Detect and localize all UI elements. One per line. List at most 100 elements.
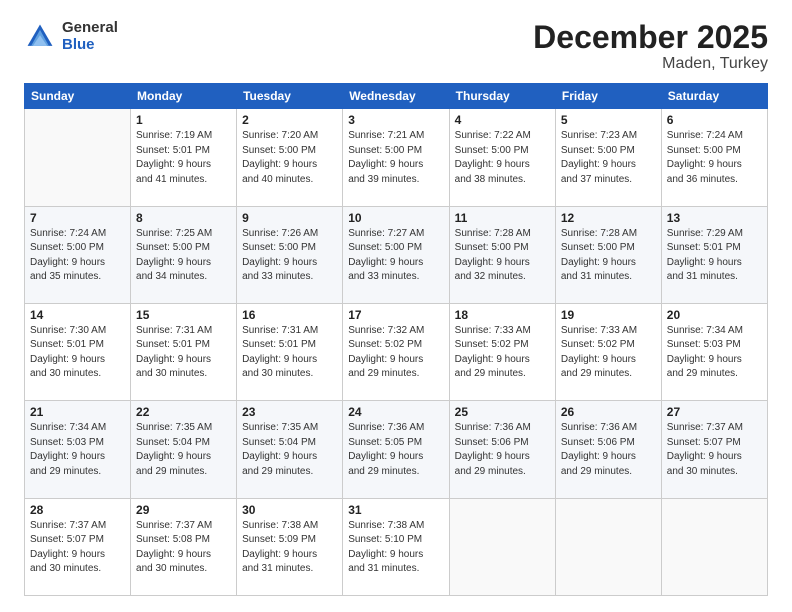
day-info: Sunrise: 7:38 AM Sunset: 5:09 PM Dayligh… — [242, 519, 337, 577]
day-number: 17 — [348, 308, 443, 322]
day-info: Sunrise: 7:28 AM Sunset: 5:00 PM Dayligh… — [561, 227, 656, 285]
calendar-cell: 26Sunrise: 7:36 AM Sunset: 5:06 PM Dayli… — [555, 401, 661, 498]
day-number: 22 — [136, 405, 231, 419]
calendar-cell: 31Sunrise: 7:38 AM Sunset: 5:10 PM Dayli… — [343, 498, 449, 595]
day-info: Sunrise: 7:38 AM Sunset: 5:10 PM Dayligh… — [348, 519, 443, 577]
calendar-table: SundayMondayTuesdayWednesdayThursdayFrid… — [24, 83, 768, 596]
calendar-cell: 7 Sunrise: 7:24 AM Sunset: 5:00 PM Daylig… — [25, 206, 131, 303]
day-info: Sunrise: 7:28 AM Sunset: 5:00 PM Dayligh… — [455, 227, 550, 285]
logo-general-text: General — [62, 20, 118, 37]
day-number: 1 — [136, 113, 231, 127]
calendar-cell: 4Sunrise: 7:22 AM Sunset: 5:00 PM Daylig… — [449, 109, 555, 206]
day-number: 6 — [667, 113, 762, 127]
calendar-cell — [555, 498, 661, 595]
day-info: Sunrise: 7:36 AM Sunset: 5:05 PM Dayligh… — [348, 421, 443, 479]
calendar-row: 14Sunrise: 7:30 AM Sunset: 5:01 PM Dayli… — [25, 303, 768, 400]
calendar-header-cell: Thursday — [449, 84, 555, 109]
calendar-cell: 27Sunrise: 7:37 AM Sunset: 5:07 PM Dayli… — [661, 401, 767, 498]
day-info: Sunrise: 7:27 AM Sunset: 5:00 PM Dayligh… — [348, 227, 443, 285]
calendar-header-cell: Saturday — [661, 84, 767, 109]
day-number: 5 — [561, 113, 656, 127]
calendar-cell: 10Sunrise: 7:27 AM Sunset: 5:00 PM Dayli… — [343, 206, 449, 303]
calendar-cell: 18 Sunrise: 7:33 AM Sunset: 5:02 PM Dayli… — [449, 303, 555, 400]
calendar-cell: 11 Sunrise: 7:28 AM Sunset: 5:00 PM Dayli… — [449, 206, 555, 303]
calendar-cell: 21 Sunrise: 7:34 AM Sunset: 5:03 PM Dayli… — [25, 401, 131, 498]
day-info: Sunrise: 7:37 AM Sunset: 5:07 PM Dayligh… — [30, 519, 125, 577]
day-number: 9 — [242, 211, 337, 225]
calendar-cell: 20 Sunrise: 7:34 AM Sunset: 5:03 PM Dayli… — [661, 303, 767, 400]
header: General Blue December 2025 Maden, Turkey — [24, 20, 768, 73]
day-number: 2 — [242, 113, 337, 127]
calendar-body: 1 Sunrise: 7:19 AM Sunset: 5:01 PM Daylig… — [25, 109, 768, 596]
day-info: Sunrise: 7:35 AM Sunset: 5:04 PM Dayligh… — [242, 421, 337, 479]
day-info: Sunrise: 7:22 AM Sunset: 5:00 PM Dayligh… — [455, 129, 550, 187]
calendar-cell: 30 Sunrise: 7:38 AM Sunset: 5:09 PM Dayli… — [237, 498, 343, 595]
day-number: 21 — [30, 405, 125, 419]
day-info: Sunrise: 7:34 AM Sunset: 5:03 PM Dayligh… — [667, 324, 762, 382]
calendar-cell: 12Sunrise: 7:28 AM Sunset: 5:00 PM Dayli… — [555, 206, 661, 303]
calendar-cell: 16Sunrise: 7:31 AM Sunset: 5:01 PM Dayli… — [237, 303, 343, 400]
day-info: Sunrise: 7:35 AM Sunset: 5:04 PM Dayligh… — [136, 421, 231, 479]
calendar-row: 28 Sunrise: 7:37 AM Sunset: 5:07 PM Dayli… — [25, 498, 768, 595]
calendar-location: Maden, Turkey — [533, 55, 768, 73]
day-number: 20 — [667, 308, 762, 322]
calendar-header-cell: Sunday — [25, 84, 131, 109]
logo-blue-text: Blue — [62, 37, 118, 54]
day-number: 11 — [455, 211, 550, 225]
logo-icon — [24, 21, 56, 53]
day-info: Sunrise: 7:20 AM Sunset: 5:00 PM Dayligh… — [242, 129, 337, 187]
day-info: Sunrise: 7:23 AM Sunset: 5:00 PM Dayligh… — [561, 129, 656, 187]
calendar-cell: 29Sunrise: 7:37 AM Sunset: 5:08 PM Dayli… — [131, 498, 237, 595]
calendar-cell: 22 Sunrise: 7:35 AM Sunset: 5:04 PM Dayli… — [131, 401, 237, 498]
calendar-cell: 23Sunrise: 7:35 AM Sunset: 5:04 PM Dayli… — [237, 401, 343, 498]
calendar-header-cell: Wednesday — [343, 84, 449, 109]
calendar-cell: 6 Sunrise: 7:24 AM Sunset: 5:00 PM Daylig… — [661, 109, 767, 206]
day-number: 18 — [455, 308, 550, 322]
calendar-cell: 13 Sunrise: 7:29 AM Sunset: 5:01 PM Dayli… — [661, 206, 767, 303]
day-info: Sunrise: 7:25 AM Sunset: 5:00 PM Dayligh… — [136, 227, 231, 285]
day-info: Sunrise: 7:37 AM Sunset: 5:08 PM Dayligh… — [136, 519, 231, 577]
calendar-title: December 2025 — [533, 20, 768, 55]
calendar-header-row: SundayMondayTuesdayWednesdayThursdayFrid… — [25, 84, 768, 109]
day-number: 26 — [561, 405, 656, 419]
day-info: Sunrise: 7:21 AM Sunset: 5:00 PM Dayligh… — [348, 129, 443, 187]
calendar-cell: 24 Sunrise: 7:36 AM Sunset: 5:05 PM Dayli… — [343, 401, 449, 498]
day-info: Sunrise: 7:19 AM Sunset: 5:01 PM Dayligh… — [136, 129, 231, 187]
day-number: 13 — [667, 211, 762, 225]
calendar-cell: 14Sunrise: 7:30 AM Sunset: 5:01 PM Dayli… — [25, 303, 131, 400]
calendar-cell: 2 Sunrise: 7:20 AM Sunset: 5:00 PM Daylig… — [237, 109, 343, 206]
day-number: 15 — [136, 308, 231, 322]
day-info: Sunrise: 7:34 AM Sunset: 5:03 PM Dayligh… — [30, 421, 125, 479]
calendar-cell: 8 Sunrise: 7:25 AM Sunset: 5:00 PM Daylig… — [131, 206, 237, 303]
calendar-cell — [661, 498, 767, 595]
day-info: Sunrise: 7:24 AM Sunset: 5:00 PM Dayligh… — [30, 227, 125, 285]
calendar-cell: 3Sunrise: 7:21 AM Sunset: 5:00 PM Daylig… — [343, 109, 449, 206]
day-info: Sunrise: 7:32 AM Sunset: 5:02 PM Dayligh… — [348, 324, 443, 382]
day-number: 7 — [30, 211, 125, 225]
day-info: Sunrise: 7:33 AM Sunset: 5:02 PM Dayligh… — [561, 324, 656, 382]
calendar-header-cell: Tuesday — [237, 84, 343, 109]
calendar-header-cell: Friday — [555, 84, 661, 109]
calendar-cell: 1 Sunrise: 7:19 AM Sunset: 5:01 PM Daylig… — [131, 109, 237, 206]
calendar-row: 7 Sunrise: 7:24 AM Sunset: 5:00 PM Daylig… — [25, 206, 768, 303]
day-info: Sunrise: 7:31 AM Sunset: 5:01 PM Dayligh… — [242, 324, 337, 382]
day-info: Sunrise: 7:26 AM Sunset: 5:00 PM Dayligh… — [242, 227, 337, 285]
calendar-cell — [25, 109, 131, 206]
day-info: Sunrise: 7:29 AM Sunset: 5:01 PM Dayligh… — [667, 227, 762, 285]
day-info: Sunrise: 7:37 AM Sunset: 5:07 PM Dayligh… — [667, 421, 762, 479]
day-info: Sunrise: 7:33 AM Sunset: 5:02 PM Dayligh… — [455, 324, 550, 382]
calendar-cell: 17 Sunrise: 7:32 AM Sunset: 5:02 PM Dayli… — [343, 303, 449, 400]
day-number: 24 — [348, 405, 443, 419]
calendar-row: 1 Sunrise: 7:19 AM Sunset: 5:01 PM Daylig… — [25, 109, 768, 206]
day-number: 14 — [30, 308, 125, 322]
title-block: December 2025 Maden, Turkey — [533, 20, 768, 73]
calendar-cell: 5 Sunrise: 7:23 AM Sunset: 5:00 PM Daylig… — [555, 109, 661, 206]
logo: General Blue — [24, 20, 118, 53]
day-number: 30 — [242, 503, 337, 517]
day-info: Sunrise: 7:24 AM Sunset: 5:00 PM Dayligh… — [667, 129, 762, 187]
day-number: 28 — [30, 503, 125, 517]
calendar-cell: 25Sunrise: 7:36 AM Sunset: 5:06 PM Dayli… — [449, 401, 555, 498]
calendar-cell: 28 Sunrise: 7:37 AM Sunset: 5:07 PM Dayli… — [25, 498, 131, 595]
day-number: 8 — [136, 211, 231, 225]
calendar-cell: 15Sunrise: 7:31 AM Sunset: 5:01 PM Dayli… — [131, 303, 237, 400]
